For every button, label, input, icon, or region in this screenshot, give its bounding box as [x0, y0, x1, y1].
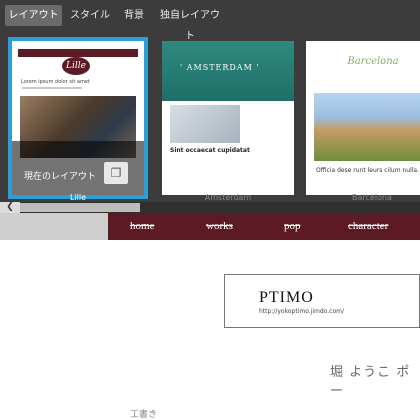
tab-background[interactable]: 背景	[121, 5, 147, 26]
site-navbar: home works pop character	[108, 213, 420, 240]
panel-tabbar: レイアウト スタイル 背景 独自レイアウト	[0, 0, 420, 42]
preview-left-bar	[0, 213, 108, 240]
layout-name-amsterdam: Amsterdam	[204, 193, 252, 202]
current-layout-label: 現在のレイアウト	[24, 172, 97, 182]
copy-icon[interactable]: ❐	[104, 162, 128, 184]
nav-character[interactable]: character	[348, 220, 388, 232]
chevron-left-icon[interactable]: ❮	[0, 202, 20, 213]
layout-thumb-amsterdam[interactable]: ' AMSTERDAM ' Sint occaecat cupidatat	[162, 41, 294, 195]
site-logo-box[interactable]: PTIMO http://yokoptimo.jimdo.com/	[224, 274, 420, 328]
nav-home[interactable]: home	[130, 220, 154, 232]
thumbnail-scrollbar[interactable]: ❮	[0, 202, 420, 213]
lille-text-line	[22, 87, 82, 89]
layout-thumb-lille[interactable]: Lille Lorem ipsum dolor sit amet 現在のレイアウ…	[8, 37, 148, 199]
barcelona-logo: Barcelona	[347, 56, 399, 67]
layout-name-lille: Lille	[69, 193, 87, 202]
author-name: 堀 ようこ ポー	[330, 365, 411, 399]
amsterdam-photo	[170, 105, 240, 143]
amsterdam-heading: Sint occaecat cupidatat	[170, 147, 250, 154]
layout-panel: レイアウト スタイル 背景 独自レイアウト Lille Lorem ipsum …	[0, 0, 420, 213]
layout-name-barcelona: Barcelona	[352, 193, 392, 202]
lille-nav	[18, 49, 138, 57]
layout-thumbnails: Lille Lorem ipsum dolor sit amet 現在のレイアウ…	[0, 36, 420, 202]
nav-pop[interactable]: pop	[284, 220, 301, 232]
tab-style[interactable]: スタイル	[67, 5, 113, 26]
layout-thumb-barcelona[interactable]: Barcelona Officia dese runt leurs cilum …	[306, 41, 420, 195]
lille-title: Lorem ipsum dolor sit amet	[21, 79, 90, 85]
tab-custom-layout[interactable]: 独自レイアウト	[156, 5, 224, 42]
amsterdam-title: ' AMSTERDAM '	[180, 63, 260, 72]
barcelona-photo	[314, 93, 420, 161]
nav-works[interactable]: works	[206, 220, 233, 232]
scroll-thumb[interactable]	[20, 203, 140, 212]
lille-logo: Lille	[62, 57, 90, 75]
site-url: http://yokoptimo.jimdo.com/	[259, 308, 344, 315]
barcelona-caption: Officia dese runt leurs cilum nulla.	[316, 167, 420, 174]
site-logo: PTIMO	[259, 289, 314, 306]
tab-layout[interactable]: レイアウト	[5, 5, 62, 26]
bottom-text: 工書き	[130, 410, 158, 420]
